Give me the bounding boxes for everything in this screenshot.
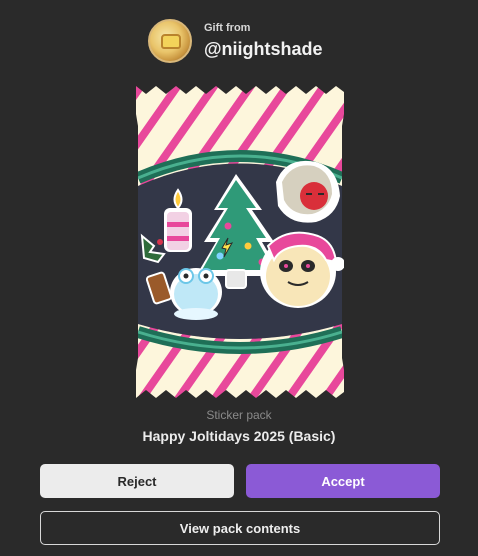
reject-button[interactable]: Reject bbox=[40, 464, 234, 498]
sticker-pack-image bbox=[136, 86, 344, 398]
sender-username[interactable]: @niightshade bbox=[204, 37, 323, 61]
gift-header: Gift from @niightshade bbox=[148, 17, 323, 65]
view-pack-contents-button[interactable]: View pack contents bbox=[40, 511, 440, 545]
gift-sender-info: Gift from @niightshade bbox=[204, 22, 323, 61]
pack-name: Happy Joltidays 2025 (Basic) bbox=[142, 428, 336, 444]
toast-avatar-icon bbox=[161, 34, 181, 49]
gift-from-label: Gift from bbox=[204, 21, 251, 34]
avatar bbox=[148, 19, 192, 63]
gift-pack-dialog: Gift from @niightshade Sticker pack Happ… bbox=[0, 0, 478, 556]
pack-type-label: Sticker pack bbox=[206, 408, 272, 422]
accept-button[interactable]: Accept bbox=[246, 464, 440, 498]
